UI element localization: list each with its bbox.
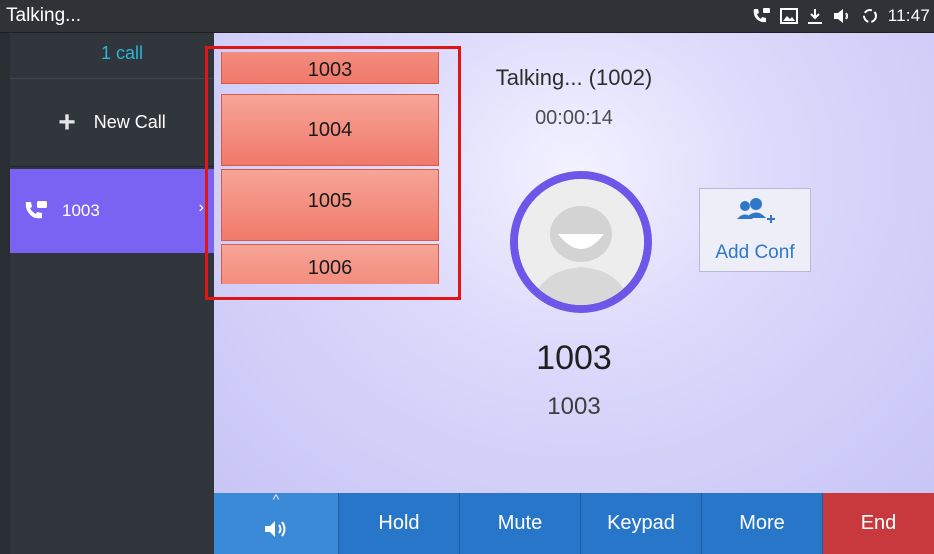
keypad-label: Keypad [607,512,675,534]
chevron-right-icon: › [198,199,204,216]
status-icons: 11:47 [751,6,934,26]
download-icon [807,8,823,25]
avatar [510,171,652,313]
new-call-button[interactable]: + New Call [10,79,214,167]
add-conf-button[interactable]: Add Conf [699,188,811,272]
more-label: More [739,512,785,534]
call-sidebar: 1 call + New Call 1003 › [0,33,214,554]
speaker-icon [832,8,852,24]
status-clock: 11:47 [887,6,930,25]
highlight-annotation [205,46,461,300]
caret-up-icon[interactable]: ^ [273,491,280,507]
sidebar-item-call-1003[interactable]: 1003 › [10,169,214,253]
end-label: End [860,512,897,534]
avatar-silhouette-icon [518,179,644,305]
add-conf-label: Add Conf [715,242,795,263]
sidebar-item-label: 1003 [62,201,100,220]
plus-icon: + [58,105,76,139]
voicemail-call-icon [751,7,771,25]
call-action-bar: ^ Hold Mute Keypad More End [214,491,934,554]
speaker-button[interactable]: ^ [214,491,338,554]
call-count: 1 call [10,33,214,79]
mute-button[interactable]: Mute [459,493,580,554]
mute-label: Mute [497,512,543,534]
speaker-icon [265,520,286,537]
hold-button[interactable]: Hold [338,493,459,554]
image-icon [779,8,798,24]
new-call-label: New Call [93,112,166,132]
status-title: Talking... [6,5,81,26]
sync-icon [861,7,879,25]
contact-name: 1003 [536,339,612,377]
end-call-button[interactable]: End [822,493,934,554]
keypad-button[interactable]: Keypad [580,493,701,554]
add-conference-icon [737,198,775,223]
more-button[interactable]: More [701,493,822,554]
phone-call-icon [10,199,62,223]
contact-number: 1003 [547,393,601,420]
hold-label: Hold [378,512,420,534]
status-bar: Talking... 11:47 [0,0,934,33]
